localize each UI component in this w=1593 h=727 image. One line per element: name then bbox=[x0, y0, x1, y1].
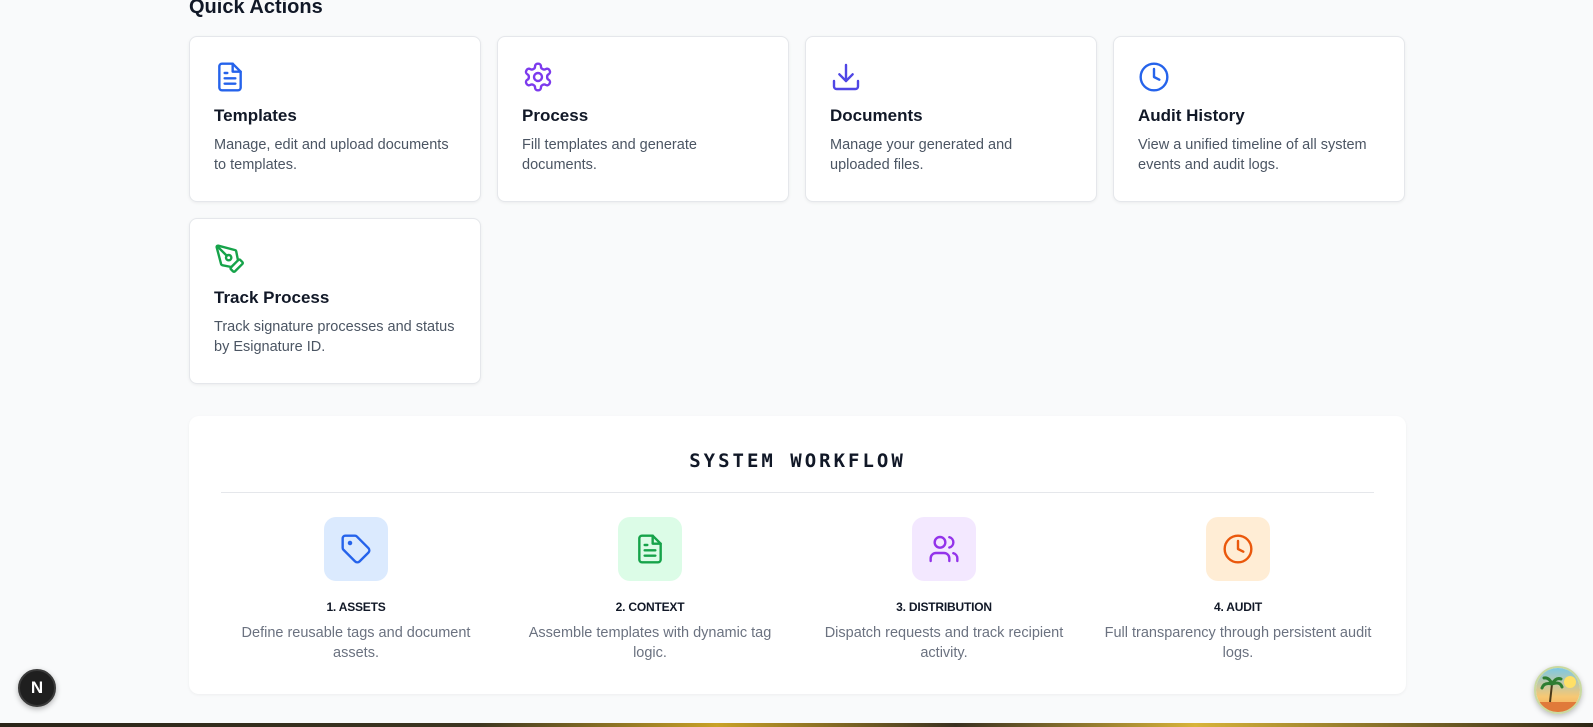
step-text: Full transparency through persistent aud… bbox=[1104, 625, 1372, 661]
workflow-step-audit: 4. AUDIT Full transparency through persi… bbox=[1091, 517, 1385, 663]
card-title: Process bbox=[522, 106, 589, 125]
card-title: Templates bbox=[214, 106, 297, 125]
step-label: 3. DISTRIBUTION bbox=[896, 600, 992, 614]
step-text: Dispatch requests and track recipient ac… bbox=[824, 625, 1064, 661]
step-label: 1. ASSETS bbox=[326, 600, 386, 614]
card-title: Track Process bbox=[214, 288, 330, 307]
workflow-step-context: 2. CONTEXT Assemble templates with dynam… bbox=[503, 517, 797, 663]
bottom-image-strip bbox=[0, 723, 1593, 727]
workflow-step-distribution: 3. DISTRIBUTION Dispatch requests and tr… bbox=[797, 517, 1091, 663]
audit-history-card[interactable]: Audit History View a unified timeline of… bbox=[1113, 36, 1405, 202]
file-text-icon bbox=[618, 517, 682, 581]
next-devtools-button[interactable]: N bbox=[18, 669, 56, 707]
step-text: Define reusable tags and document assets… bbox=[241, 625, 471, 661]
tag-icon bbox=[324, 517, 388, 581]
clock-icon bbox=[1138, 61, 1170, 93]
card-description: Track signature processes and status by … bbox=[214, 319, 455, 355]
clock-icon bbox=[1206, 517, 1270, 581]
templates-card[interactable]: Templates Manage, edit and upload docume… bbox=[189, 36, 481, 202]
workflow-title: SYSTEM WORKFLOW bbox=[689, 450, 906, 472]
download-icon bbox=[830, 61, 862, 93]
process-card[interactable]: Process Fill templates and generate docu… bbox=[497, 36, 789, 202]
system-workflow-panel: SYSTEM WORKFLOW 1. ASSETS Define reusabl… bbox=[189, 416, 1406, 694]
step-text: Assemble templates with dynamic tag logi… bbox=[528, 625, 772, 661]
card-description: Fill templates and generate documents. bbox=[522, 137, 697, 173]
pen-tool-icon bbox=[214, 243, 246, 275]
users-icon bbox=[912, 517, 976, 581]
avatar[interactable] bbox=[1534, 666, 1582, 714]
step-label: 4. AUDIT bbox=[1214, 600, 1262, 614]
documents-card[interactable]: Documents Manage your generated and uplo… bbox=[805, 36, 1097, 202]
card-description: Manage your generated and uploaded files… bbox=[830, 137, 1013, 173]
workflow-divider bbox=[221, 492, 1374, 493]
file-text-icon bbox=[214, 61, 246, 93]
card-title: Audit History bbox=[1138, 106, 1245, 125]
card-description: Manage, edit and upload documents to tem… bbox=[214, 137, 449, 173]
quick-actions-heading: Quick Actions bbox=[189, 0, 323, 18]
step-label: 2. CONTEXT bbox=[615, 600, 685, 614]
track-process-card[interactable]: Track Process Track signature processes … bbox=[189, 218, 481, 384]
card-title: Documents bbox=[830, 106, 923, 125]
workflow-step-assets: 1. ASSETS Define reusable tags and docum… bbox=[209, 517, 503, 663]
gear-icon bbox=[522, 61, 554, 93]
card-description: View a unified timeline of all system ev… bbox=[1138, 137, 1367, 173]
